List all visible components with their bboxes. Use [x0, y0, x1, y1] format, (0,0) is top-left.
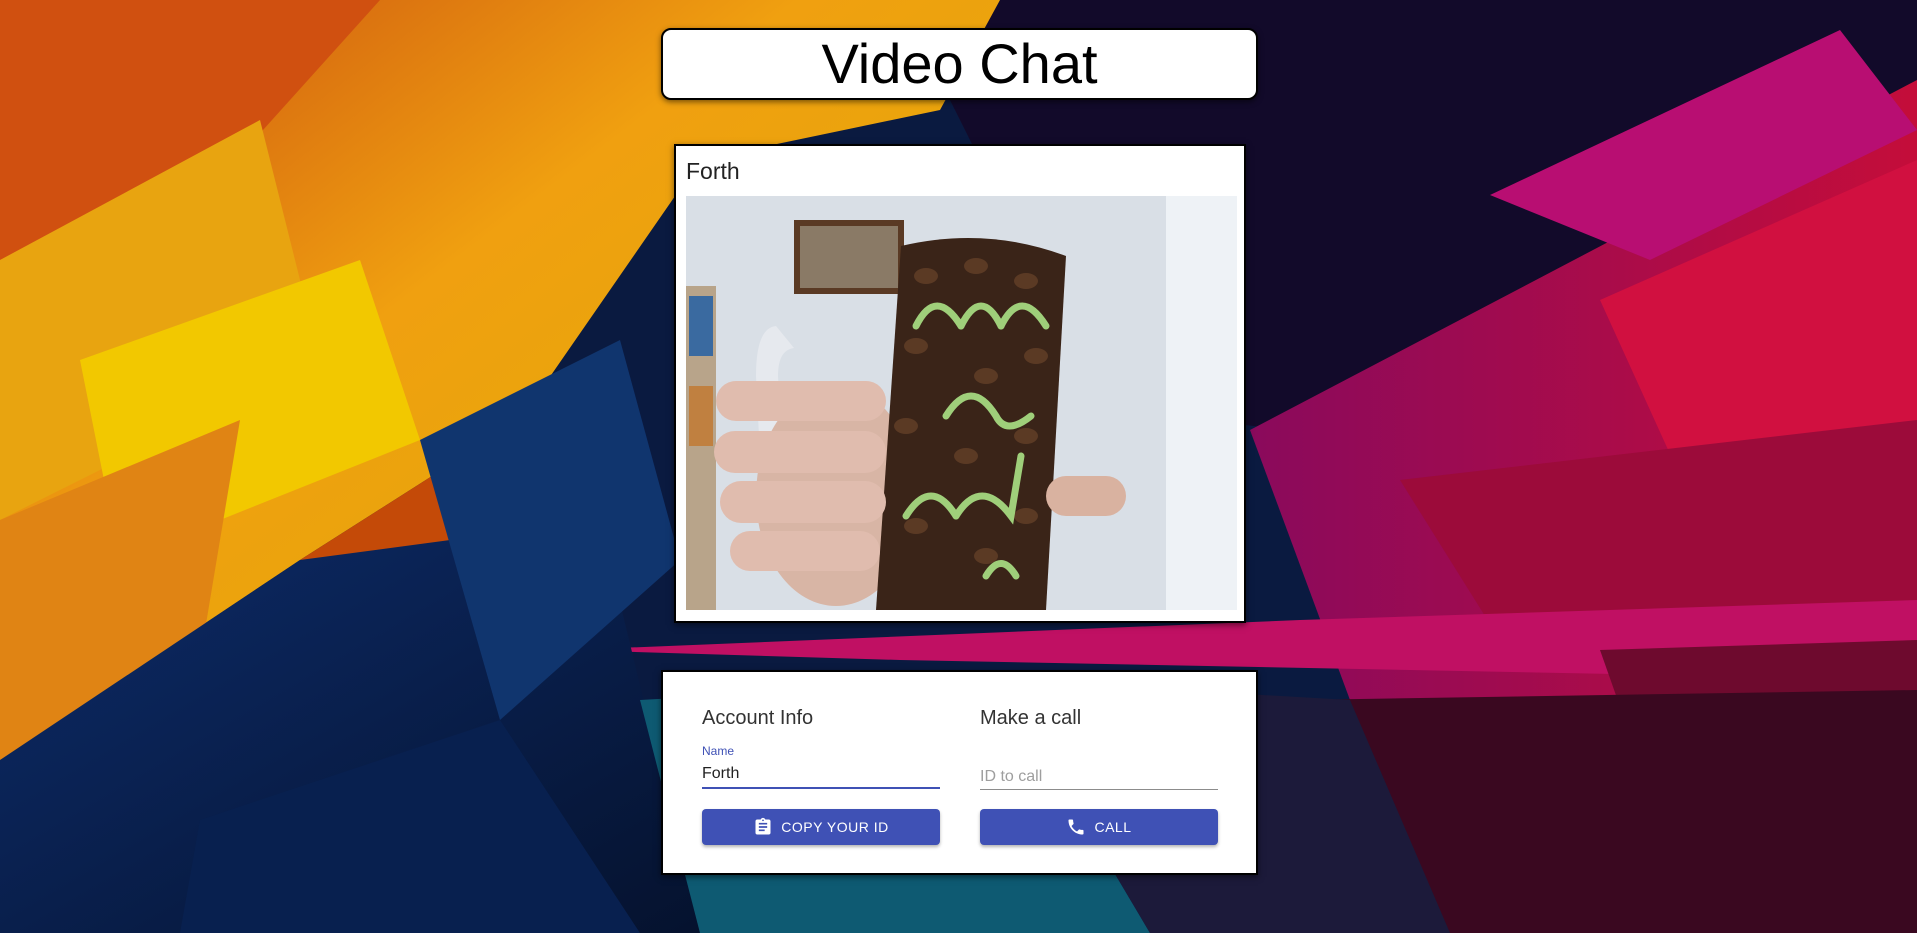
call-id-input[interactable]: [980, 764, 1218, 790]
title-banner: Video Chat: [661, 28, 1258, 100]
copy-id-button-label: COPY YOUR ID: [781, 819, 889, 835]
name-label: Name: [702, 744, 735, 758]
call-button-label: CALL: [1094, 819, 1132, 835]
call-id-field: [980, 738, 1218, 790]
clipboard-icon: [753, 817, 773, 837]
page-title: Video Chat: [821, 32, 1098, 95]
account-info-heading: Account Info: [702, 707, 814, 729]
name-field: Name: [702, 738, 940, 789]
call-button[interactable]: CALL: [980, 809, 1218, 845]
make-call-section: Make a call CALL: [980, 672, 1218, 873]
account-info-section: Account Info Name COPY YOUR ID: [702, 672, 940, 873]
make-call-heading: Make a call: [980, 707, 1082, 729]
video-card: Forth: [674, 144, 1246, 623]
participant-name: Forth: [686, 158, 740, 184]
controls-card: Account Info Name COPY YOUR ID Make a ca…: [661, 670, 1258, 875]
video-stream: [686, 196, 1237, 610]
name-input[interactable]: [702, 761, 940, 789]
phone-icon: [1066, 817, 1086, 837]
copy-id-button[interactable]: COPY YOUR ID: [702, 809, 940, 845]
